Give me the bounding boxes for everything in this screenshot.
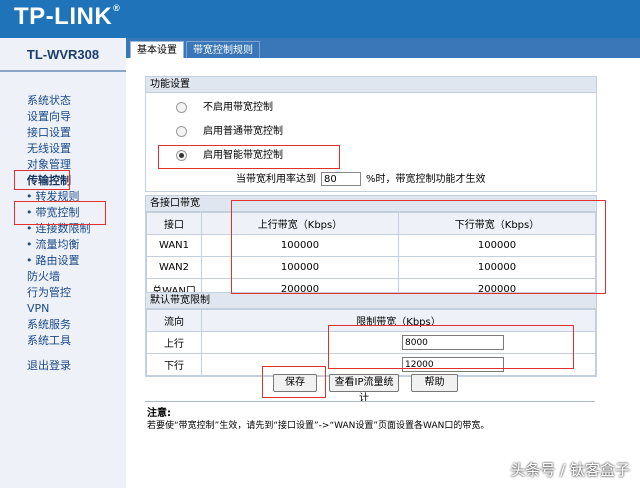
radio-disable[interactable] [176,101,187,113]
option-normal[interactable]: 启用普通带宽控制 [176,124,283,140]
divider [145,401,595,402]
function-panel-title: 功能设置 [146,77,596,93]
ip-stats-button[interactable]: 查看IP流量统计 [329,374,399,404]
highlight-box [231,200,606,294]
sidebar-item-interface[interactable]: 接口设置 [27,125,123,141]
threshold-input[interactable] [321,172,361,186]
threshold-row: 当带宽利用率达到%时，带宽控制功能才生效 [236,172,486,188]
help-button[interactable]: 帮助 [411,374,458,392]
default-limit-title: 默认带宽限制 [146,293,596,309]
sidebar-item-logout[interactable]: 退出登录 [27,358,123,374]
direction-down: 下行 [146,353,202,376]
radio-normal[interactable] [176,125,187,137]
option-disable[interactable]: 不启用带宽控制 [176,100,273,116]
sidebar-item-vpn[interactable]: VPN [27,301,123,317]
sidebar-item-tools[interactable]: 系统工具 [27,333,123,349]
tab-bar: 基本设置 带宽控制规则 [126,38,640,59]
note-title: 注意: [147,408,171,419]
sidebar-item-load-balance[interactable]: 流量均衡 [27,237,123,253]
divider [0,70,126,72]
col-direction: 流向 [146,309,202,332]
sidebar-item-wireless[interactable]: 无线设置 [27,141,123,157]
tab-basic-settings[interactable]: 基本设置 [130,41,184,59]
highlight-box [328,325,574,369]
tab-bandwidth-rules[interactable]: 带宽控制规则 [186,41,260,59]
top-header: TP-LINK® [0,0,640,38]
highlight-box [262,366,326,398]
sidebar-item-status[interactable]: 系统状态 [27,93,123,109]
highlight-box [158,145,340,169]
sidebar-item-firewall[interactable]: 防火墙 [27,269,123,285]
col-interface: 接口 [146,212,202,235]
model-name: TL-WVR308 [26,47,100,62]
highlight-box [14,170,70,190]
sidebar: TL-WVR308 系统状态 设置向导 接口设置 无线设置 对象管理 传输控制 … [0,38,126,488]
direction-up: 上行 [146,331,202,354]
sidebar-item-behavior[interactable]: 行为管控 [27,285,123,301]
sidebar-item-routing[interactable]: 路由设置 [27,253,123,269]
sidebar-item-services[interactable]: 系统服务 [27,317,123,333]
note-text: 若要使“带宽控制”生效，请先到“接口设置”->“WAN设置”页面设置各WAN口的… [147,421,490,431]
sidebar-item-wizard[interactable]: 设置向导 [27,109,123,125]
highlight-box [14,201,106,225]
sidebar-menu: 系统状态 设置向导 接口设置 无线设置 对象管理 传输控制 转发规则 带宽控制 … [27,93,123,374]
watermark: 头条号 / 钛客盒子 [510,461,630,479]
brand-logo: TP-LINK® [14,3,121,30]
